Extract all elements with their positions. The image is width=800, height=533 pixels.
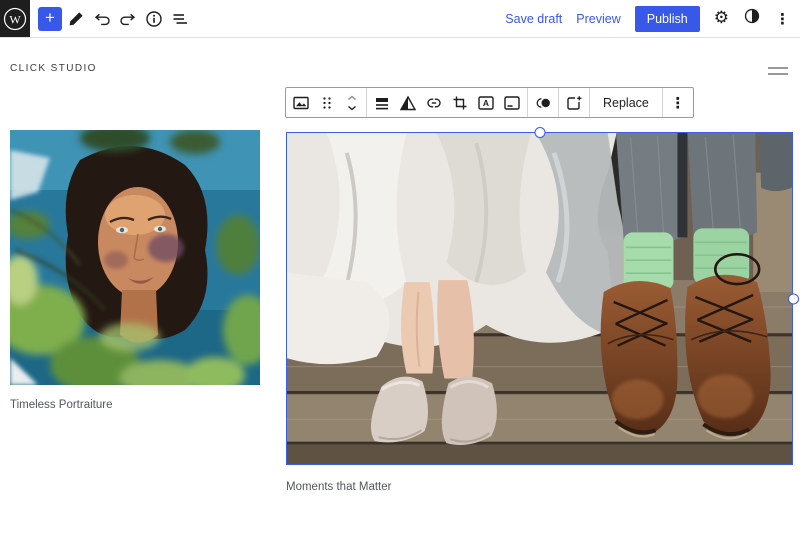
undo-button[interactable] bbox=[90, 7, 114, 31]
undo-icon bbox=[94, 13, 110, 25]
drag-handle-icon bbox=[323, 96, 331, 109]
info-button[interactable] bbox=[142, 7, 166, 31]
menu-line bbox=[768, 67, 788, 69]
caption-icon bbox=[504, 95, 520, 110]
resize-handle-right[interactable] bbox=[787, 293, 799, 304]
redo-button[interactable] bbox=[116, 7, 140, 31]
styles-contrast-icon bbox=[744, 8, 760, 24]
add-block-button[interactable]: + bbox=[38, 6, 62, 31]
preview-button[interactable]: Preview bbox=[576, 12, 620, 26]
editor-canvas: CLICK STUDIO A Replace ⋮ Timeless Portra… bbox=[0, 38, 800, 533]
wordpress-logo-button[interactable]: W bbox=[0, 0, 30, 37]
portrait-photo[interactable] bbox=[0, 124, 273, 396]
publish-button[interactable]: Publish bbox=[634, 5, 700, 32]
crop-icon bbox=[453, 96, 467, 109]
block-mover[interactable] bbox=[340, 89, 364, 117]
text-over-image-icon: A bbox=[478, 95, 494, 110]
pencil-icon bbox=[69, 11, 83, 25]
block-meta-group bbox=[286, 88, 366, 117]
expand-group bbox=[558, 88, 589, 117]
caption-button[interactable] bbox=[499, 89, 525, 117]
duotone-button[interactable] bbox=[530, 89, 556, 117]
duotone-filter-button[interactable] bbox=[395, 89, 421, 117]
replace-button[interactable]: Replace bbox=[592, 96, 660, 110]
image-block-type-button[interactable] bbox=[288, 89, 314, 117]
site-title[interactable]: CLICK STUDIO bbox=[10, 63, 97, 74]
selected-image-frame[interactable] bbox=[286, 127, 799, 465]
image-block-icon bbox=[293, 96, 309, 109]
wordpress-icon: W bbox=[3, 7, 27, 30]
styles-button[interactable] bbox=[743, 7, 761, 30]
text-over-image-button[interactable]: A bbox=[473, 89, 499, 117]
align-button[interactable] bbox=[369, 89, 395, 117]
expand-on-click-icon bbox=[567, 95, 582, 110]
options-menu-button[interactable]: ⋮ bbox=[775, 10, 790, 28]
image-block-toolbar: A Replace ⋮ bbox=[285, 87, 694, 118]
duotone-group bbox=[527, 88, 558, 117]
expand-on-click-button[interactable] bbox=[561, 89, 587, 117]
align-icon bbox=[376, 97, 388, 109]
info-icon bbox=[146, 10, 162, 27]
editor-window: W + Save draft Preview Publish ⚙ ⋮ CLICK… bbox=[0, 0, 800, 533]
editor-topbar: W + Save draft Preview Publish ⚙ ⋮ bbox=[0, 0, 800, 38]
crop-button[interactable] bbox=[447, 89, 473, 117]
tools-button[interactable] bbox=[64, 7, 88, 31]
list-view-icon bbox=[173, 13, 187, 24]
duotone-filter-icon bbox=[399, 95, 417, 110]
image-caption[interactable]: Moments that Matter bbox=[286, 481, 793, 493]
save-draft-button[interactable]: Save draft bbox=[505, 12, 562, 26]
block-options-group: ⋮ bbox=[661, 88, 693, 117]
move-down-icon bbox=[348, 105, 356, 110]
site-menu-button[interactable] bbox=[768, 67, 788, 79]
svg-text:W: W bbox=[9, 12, 21, 26]
image-block-wedding-shoes: Moments that Matter bbox=[286, 127, 799, 493]
duotone-icon bbox=[536, 97, 550, 108]
settings-gear-icon[interactable]: ⚙ bbox=[714, 10, 729, 27]
topbar-actions: Save draft Preview Publish ⚙ ⋮ bbox=[505, 5, 800, 32]
link-icon bbox=[427, 98, 441, 107]
replace-group: Replace bbox=[589, 88, 662, 117]
link-button[interactable] bbox=[421, 89, 447, 117]
menu-line bbox=[768, 73, 788, 75]
image-caption[interactable]: Timeless Portraiture bbox=[10, 399, 260, 411]
move-up-icon bbox=[348, 95, 356, 100]
list-view-button[interactable] bbox=[168, 7, 192, 31]
svg-text:A: A bbox=[483, 98, 489, 108]
block-options-button[interactable]: ⋮ bbox=[665, 89, 691, 117]
redo-icon bbox=[120, 13, 136, 25]
block-tools-group: A bbox=[366, 88, 527, 117]
wedding-shoes-photo[interactable] bbox=[287, 133, 792, 464]
image-block-portrait: Timeless Portraiture bbox=[0, 124, 273, 411]
resize-handle-top[interactable] bbox=[534, 127, 545, 138]
drag-handle[interactable] bbox=[314, 89, 340, 117]
